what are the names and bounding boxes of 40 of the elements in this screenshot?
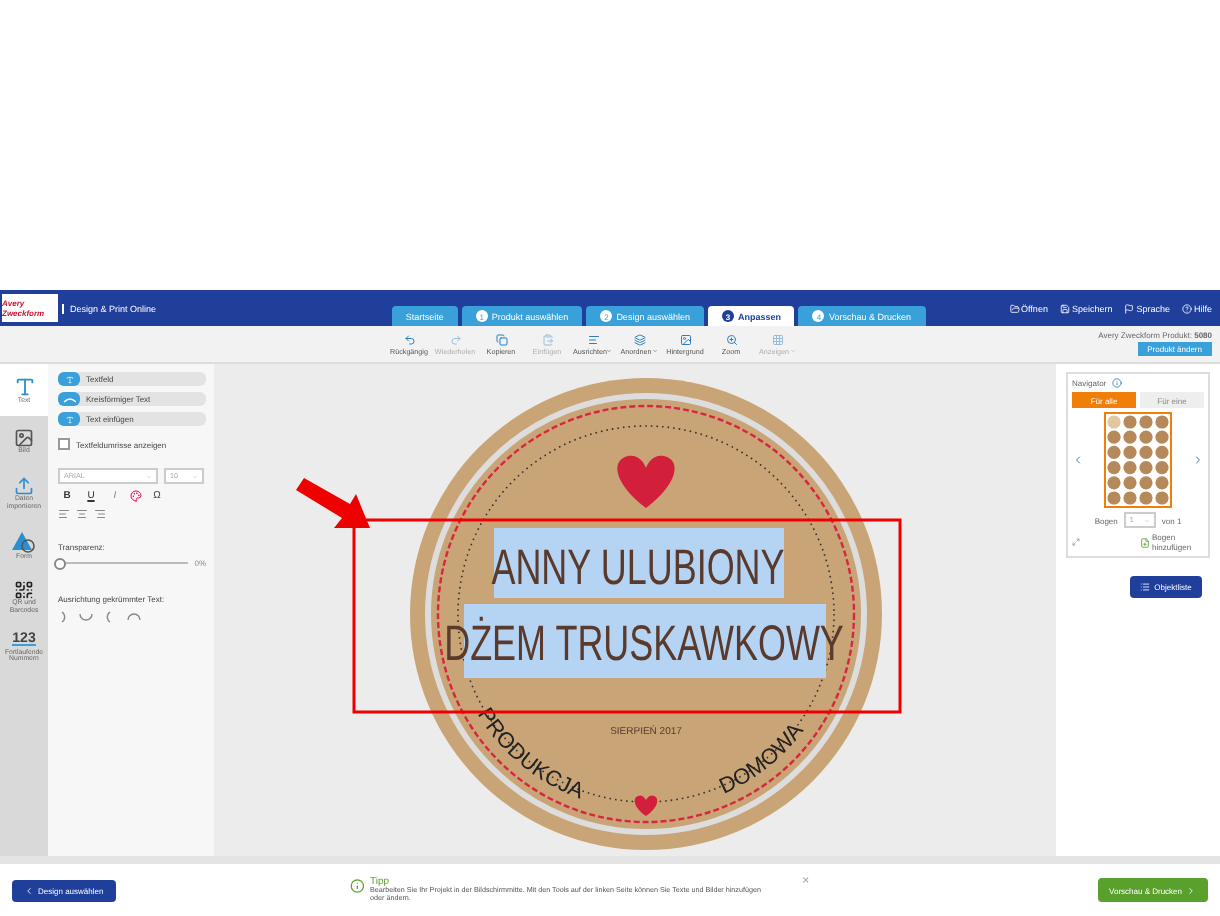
align-left-icon[interactable]: [58, 508, 70, 520]
add-sheet-icon[interactable]: [1140, 537, 1150, 547]
undo-icon: [403, 333, 415, 345]
align-right-icon[interactable]: [94, 508, 106, 520]
upload-icon: [14, 476, 34, 497]
text-icon: [13, 375, 35, 398]
grid-icon: [771, 333, 783, 345]
text-tool-icon: [58, 372, 80, 386]
expand-icon[interactable]: [1072, 538, 1080, 546]
help-icon[interactable]: [1181, 303, 1192, 313]
background-icon: [679, 333, 691, 345]
slider-thumb[interactable]: [54, 558, 66, 570]
color-icon[interactable]: [130, 490, 142, 502]
arrange-icon: [633, 333, 645, 345]
tip-icon: [349, 877, 365, 894]
text-tool-icon: [58, 412, 80, 426]
copy-icon: [495, 333, 507, 345]
next-icon[interactable]: [1192, 454, 1204, 466]
sheet-preview[interactable]: [1104, 412, 1172, 508]
heart-icon: [634, 795, 658, 816]
align-center-icon[interactable]: [76, 508, 88, 520]
heart-icon: [617, 455, 675, 508]
qr-code-icon: [14, 580, 34, 601]
shapes-icon: [12, 531, 36, 554]
open-icon[interactable]: [1009, 303, 1020, 313]
outline-checkbox[interactable]: [58, 438, 70, 450]
paste-icon: [541, 333, 553, 345]
previous-icon[interactable]: [1072, 454, 1084, 466]
image-icon: [14, 428, 34, 449]
arrow-icon: [296, 478, 370, 528]
redo-icon: [449, 333, 461, 345]
text-tool-icon: [58, 392, 80, 406]
align-icon: [587, 333, 599, 345]
zoom-icon: [725, 333, 737, 345]
info-icon[interactable]: [1112, 378, 1123, 388]
save-icon[interactable]: [1059, 303, 1070, 313]
chevron-left-icon: [24, 885, 34, 895]
list-icon: [1140, 582, 1151, 592]
chevron-right-icon: [1186, 885, 1196, 895]
language-icon[interactable]: [1124, 303, 1135, 313]
